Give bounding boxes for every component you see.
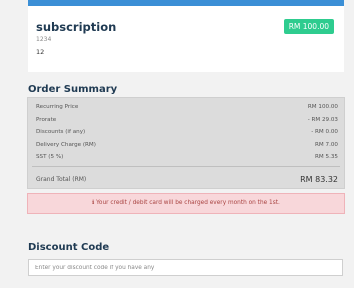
billing-alert-text: ℹ Your credit / debit card will be charg…	[92, 200, 280, 206]
summary-row-sst: SST (5 %) RM 5.35	[36, 154, 338, 164]
summary-label: Discounts (if any)	[36, 129, 86, 135]
billing-alert: ℹ Your credit / debit card will be charg…	[27, 193, 345, 214]
price-badge: RM 100.00	[283, 19, 334, 34]
subscription-quantity: 12	[36, 48, 45, 56]
card-accent-bar	[28, 0, 344, 6]
grand-total-label: Grand Total (RM)	[36, 176, 87, 183]
summary-value: RM 5.35	[315, 154, 338, 160]
grand-total-value: RM 83.32	[300, 175, 338, 184]
summary-label: SST (5 %)	[36, 154, 64, 160]
summary-label: Delivery Charge (RM)	[36, 142, 96, 148]
summary-row-recurring: Recurring Price RM 100.00	[36, 104, 338, 114]
order-summary-heading: Order Summary	[28, 84, 118, 95]
order-summary-table: Recurring Price RM 100.00 Prorate - RM 2…	[27, 97, 345, 189]
summary-row-grand-total: Grand Total (RM) RM 83.32	[36, 175, 338, 186]
summary-row-prorate: Prorate - RM 29.03	[36, 117, 338, 127]
discount-code-input[interactable]	[28, 259, 343, 276]
summary-row-delivery: Delivery Charge (RM) RM 7.00	[36, 142, 338, 152]
summary-value: - RM 29.03	[307, 117, 338, 123]
summary-label: Recurring Price	[36, 104, 79, 110]
summary-value: RM 7.00	[315, 142, 338, 148]
summary-row-discounts: Discounts (if any) - RM 0.00	[36, 129, 338, 139]
discount-code-heading: Discount Code	[28, 242, 110, 253]
subscription-code: 1234	[36, 36, 52, 43]
subscription-card: subscription RM 100.00 1234 12	[28, 0, 344, 72]
subscription-title: subscription	[36, 20, 117, 34]
summary-value: - RM 0.00	[311, 129, 338, 135]
summary-value: RM 100.00	[307, 104, 338, 110]
summary-divider	[32, 166, 340, 167]
summary-label: Prorate	[36, 117, 57, 123]
